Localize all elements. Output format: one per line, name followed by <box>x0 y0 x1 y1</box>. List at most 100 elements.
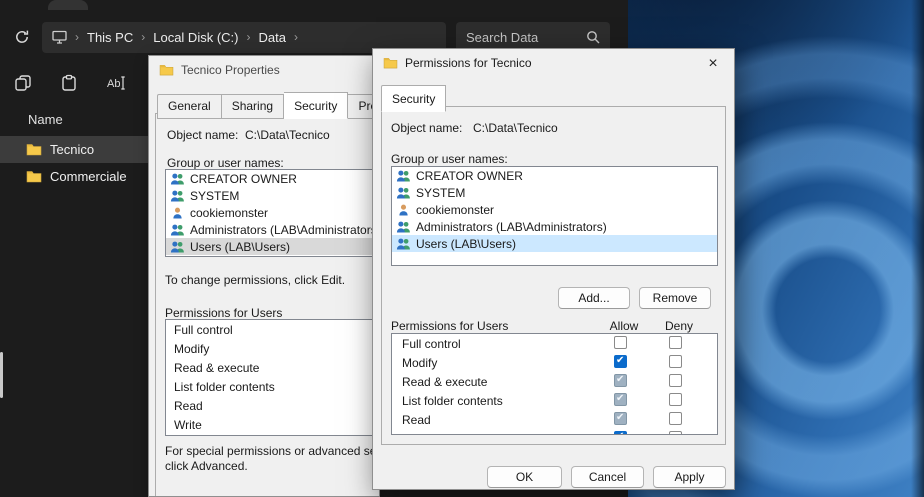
user-row[interactable]: cookiemonster <box>392 201 717 218</box>
rename-button[interactable]: Ab <box>106 74 128 92</box>
allow-column-header: Allow <box>603 319 645 333</box>
allow-checkbox[interactable] <box>614 431 627 435</box>
folder-label: Commerciale <box>50 169 127 184</box>
user-row[interactable]: CREATOR OWNER <box>392 167 717 184</box>
group-icon <box>170 240 185 254</box>
perms-permissions-list[interactable]: Full controlModifyRead & executeList fol… <box>391 333 718 435</box>
sidebar-item-commerciale[interactable]: Commerciale <box>0 163 148 190</box>
allow-checkbox[interactable] <box>614 336 627 349</box>
permission-row: List folder contents <box>392 391 717 410</box>
user-row[interactable]: cookiemonster <box>166 204 376 221</box>
breadcrumb-data[interactable]: Data <box>258 30 285 45</box>
user-row[interactable]: SYSTEM <box>392 184 717 201</box>
dialog-title-bar[interactable]: Tecnico Properties <box>149 56 379 84</box>
group-icon <box>170 189 185 203</box>
advanced-hint-line2: click Advanced. <box>165 459 248 473</box>
scrollbar-thumb[interactable] <box>0 352 3 398</box>
permission-label: Full control <box>402 337 461 351</box>
deny-checkbox[interactable] <box>669 355 682 368</box>
tab-general[interactable]: General <box>157 94 222 119</box>
permission-row: Read <box>166 396 376 415</box>
dialog-title: Tecnico Properties <box>181 63 280 77</box>
folder-icon <box>26 143 42 156</box>
object-name-value: C:\Data\Tecnico <box>473 121 558 135</box>
deny-column-header: Deny <box>659 319 699 333</box>
group-user-names-label: Group or user names: <box>391 152 508 166</box>
close-button[interactable]: × <box>694 51 732 76</box>
permission-row: Read & execute <box>166 358 376 377</box>
object-name-label: Object name: <box>391 121 462 135</box>
permission-row: Write <box>166 415 376 434</box>
chevron-right-icon: › <box>141 30 145 44</box>
user-label: Administrators (LAB\Administrators) <box>416 220 607 234</box>
apply-button[interactable]: Apply <box>653 466 726 488</box>
deny-checkbox[interactable] <box>669 374 682 387</box>
user-row[interactable]: Users (LAB\Users) <box>166 238 376 255</box>
user-label: SYSTEM <box>190 189 239 203</box>
deny-checkbox[interactable] <box>669 393 682 406</box>
refresh-button[interactable] <box>8 23 36 51</box>
paste-button[interactable] <box>60 74 78 92</box>
properties-tab-strip: General Sharing Security Previous Vers <box>157 94 380 119</box>
breadcrumb-local-disk-c[interactable]: Local Disk (C:) <box>153 30 238 45</box>
user-row[interactable]: CREATOR OWNER <box>166 170 376 187</box>
user-label: CREATOR OWNER <box>416 169 523 183</box>
permissions-tab-strip: Security <box>381 87 446 112</box>
tab-sharing[interactable]: Sharing <box>222 94 284 119</box>
deny-checkbox[interactable] <box>669 412 682 425</box>
group-user-names-label: Group or user names: <box>167 156 284 170</box>
deny-checkbox[interactable] <box>669 431 682 435</box>
desktop: › This PC › Local Disk (C:) › Data › Sea… <box>0 0 924 497</box>
chevron-right-icon: › <box>75 30 79 44</box>
allow-checkbox <box>614 393 627 406</box>
wallpaper-edge-shade <box>911 0 924 497</box>
allow-checkbox <box>614 374 627 387</box>
object-name-value: C:\Data\Tecnico <box>245 128 330 142</box>
advanced-hint-line1: For special permissions or advanced sett… <box>165 444 380 458</box>
chevron-right-icon: › <box>294 30 298 44</box>
dialog-title-bar[interactable]: Permissions for Tecnico <box>373 49 734 77</box>
column-header-name[interactable]: Name <box>0 104 148 136</box>
props-permissions-list[interactable]: Full controlModifyRead & executeList fol… <box>165 319 377 436</box>
rename-icon: Ab <box>106 74 128 92</box>
breadcrumb-this-pc[interactable]: This PC <box>87 30 133 45</box>
deny-checkbox[interactable] <box>669 336 682 349</box>
this-pc-icon <box>52 30 67 44</box>
user-row[interactable]: Administrators (LAB\Administrators) <box>392 218 717 235</box>
paste-icon <box>60 74 78 92</box>
group-icon <box>396 186 411 200</box>
search-placeholder: Search Data <box>466 30 586 45</box>
allow-checkbox <box>614 412 627 425</box>
refresh-icon <box>14 29 30 45</box>
tab-security[interactable]: Security <box>381 85 446 112</box>
explorer-tab[interactable] <box>48 0 88 10</box>
props-users-list[interactable]: CREATOR OWNER SYSTEM cookiemonsterAdminist… <box>165 169 377 257</box>
user-row[interactable]: Administrators (LAB\Administrators) <box>166 221 376 238</box>
tab-security[interactable]: Security <box>284 92 348 119</box>
add-button[interactable]: Add... <box>558 287 630 309</box>
user-row[interactable]: SYSTEM <box>166 187 376 204</box>
permission-row: Read <box>392 410 717 429</box>
allow-checkbox[interactable] <box>614 355 627 368</box>
permission-row: Write <box>392 429 717 435</box>
folder-icon <box>159 64 174 76</box>
user-label: cookiemonster <box>190 206 268 220</box>
ok-button[interactable]: OK <box>487 466 562 488</box>
copy-button[interactable] <box>14 74 32 92</box>
remove-button[interactable]: Remove <box>639 287 711 309</box>
add-remove-button-row: Add... Remove <box>558 287 711 309</box>
permission-label: Read <box>402 413 431 427</box>
folder-icon <box>383 57 398 69</box>
group-icon <box>170 172 185 186</box>
cancel-button[interactable]: Cancel <box>571 466 644 488</box>
perms-users-list[interactable]: CREATOR OWNERSYSTEMcookiemonster Administ… <box>391 166 718 266</box>
folder-label: Tecnico <box>50 142 94 157</box>
tecnico-properties-dialog: Tecnico Properties General Sharing Secur… <box>148 55 380 497</box>
permission-row: Read & execute <box>392 372 717 391</box>
permissions-for-users-label: Permissions for Users <box>165 306 282 320</box>
sidebar-item-tecnico[interactable]: Tecnico <box>0 136 148 163</box>
permissions-for-users-label: Permissions for Users <box>391 319 508 333</box>
svg-text:Ab: Ab <box>107 78 120 90</box>
user-row[interactable]: Users (LAB\Users) <box>392 235 717 252</box>
permission-label: List folder contents <box>402 394 503 408</box>
